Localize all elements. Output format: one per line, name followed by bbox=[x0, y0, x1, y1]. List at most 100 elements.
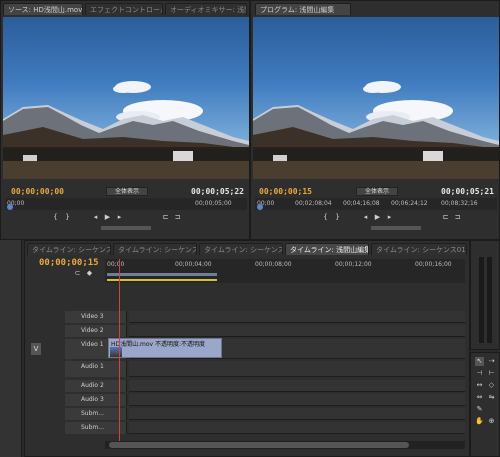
track-name: Audio 2 bbox=[81, 382, 104, 389]
audio-meters-panel bbox=[470, 240, 500, 350]
extract-icon[interactable]: ⊐ bbox=[453, 213, 462, 222]
premiere-window: ソース: HD浅間山.mov エフェクトコントロール オーディオミキサー: 浅間… bbox=[0, 0, 500, 457]
program-transport-controls: { } ◂ ▶ ▸ ⊏ ⊐ bbox=[291, 213, 491, 237]
track-name: Subm... bbox=[81, 410, 104, 417]
track-header-submix-2[interactable]: Subm... bbox=[65, 422, 127, 434]
timeline-tab[interactable]: タイムライン: シーケンス01 bbox=[113, 243, 197, 255]
timeline-tab[interactable]: タイムライン: シーケンス01 bbox=[371, 243, 467, 255]
source-panel: ソース: HD浅間山.mov エフェクトコントロール オーディオミキサー: 浅間… bbox=[0, 0, 250, 240]
tab-program[interactable]: プログラム: 浅間山編集 bbox=[255, 3, 351, 15]
track-name: Video 2 bbox=[81, 327, 104, 334]
razor-tool-icon[interactable]: ◇ bbox=[487, 381, 496, 390]
track-header-video-2[interactable]: Video 2 bbox=[65, 325, 127, 337]
clip-label: HD浅間山.mov 不透明度:不透明度 bbox=[111, 341, 206, 348]
track-area-submix-2[interactable] bbox=[129, 422, 465, 434]
program-ruler-label: 00;02;08;04 bbox=[295, 200, 332, 207]
timeline-ruler-label: 00;00;16;00 bbox=[415, 261, 452, 268]
snap-icon[interactable]: ⊂ bbox=[73, 269, 82, 278]
tab-source[interactable]: ソース: HD浅間山.mov bbox=[3, 3, 83, 15]
tab-audio-mixer[interactable]: オーディオミキサー: 浅間山 bbox=[165, 3, 247, 15]
source-current-timecode[interactable]: 00;00;00;00 bbox=[11, 187, 64, 196]
video-target-label[interactable]: V bbox=[31, 343, 41, 355]
program-current-timecode[interactable]: 00;00;00;15 bbox=[259, 187, 312, 196]
track-name: Video 3 bbox=[81, 313, 104, 320]
track-area-video-2[interactable] bbox=[129, 325, 465, 337]
program-ruler-label: 00;04;16;08 bbox=[343, 200, 380, 207]
mountain-image bbox=[3, 81, 249, 179]
track-header-video-3[interactable]: Video 3 bbox=[65, 311, 127, 323]
timeline-panel: タイムライン: シーケンス01 タイムライン: シーケンス01 タイムライン: … bbox=[24, 240, 470, 457]
source-zoom-dropdown[interactable]: 全体表示 bbox=[106, 187, 148, 196]
track-area-video-3[interactable] bbox=[129, 311, 465, 323]
clip-video[interactable]: HD浅間山.mov 不透明度:不透明度 bbox=[108, 338, 222, 358]
hand-tool-icon[interactable]: ✋ bbox=[475, 417, 484, 426]
track-name: Video 1 bbox=[81, 341, 104, 348]
lift-icon[interactable]: ⊏ bbox=[441, 213, 450, 222]
marker-icon[interactable]: ◆ bbox=[85, 269, 94, 278]
play-icon[interactable]: ▶ bbox=[103, 213, 112, 222]
rolling-edit-tool-icon[interactable]: ⊢ bbox=[487, 369, 496, 378]
track-header-audio-2[interactable]: Audio 2 bbox=[65, 380, 127, 392]
mark-in-icon[interactable]: { bbox=[51, 213, 60, 222]
program-ruler[interactable]: 00;00 00;02;08;04 00;04;16;08 00;06;24;1… bbox=[255, 198, 497, 210]
work-area-bar[interactable] bbox=[107, 273, 217, 276]
program-ruler-label: 00;06;24;12 bbox=[391, 200, 428, 207]
render-bar bbox=[107, 279, 217, 281]
slide-tool-icon[interactable]: ⇋ bbox=[487, 393, 496, 402]
timeline-tab-active[interactable]: タイムライン: 浅間山編集 bbox=[285, 243, 369, 255]
track-name: Audio 1 bbox=[81, 363, 104, 370]
step-forward-icon[interactable]: ▸ bbox=[385, 213, 394, 222]
source-video-frame bbox=[3, 17, 249, 179]
ripple-edit-tool-icon[interactable]: ⊣ bbox=[475, 369, 484, 378]
track-header-audio-3[interactable]: Audio 3 bbox=[65, 394, 127, 406]
timeline-current-timecode[interactable]: 00;00;00;15 bbox=[39, 258, 99, 268]
source-ruler-end: 00;00;05;00 bbox=[195, 200, 232, 207]
meter-left bbox=[479, 257, 484, 343]
mark-in-icon[interactable]: { bbox=[321, 213, 330, 222]
timeline-playhead[interactable] bbox=[119, 259, 120, 449]
track-area-audio-3[interactable] bbox=[129, 394, 465, 406]
tab-effect-controls[interactable]: エフェクトコントロール bbox=[85, 3, 163, 15]
project-panel-strip bbox=[0, 240, 22, 457]
track-area-audio-1[interactable] bbox=[129, 361, 465, 377]
track-area-submix-1[interactable] bbox=[129, 408, 465, 420]
insert-icon[interactable]: ⊏ bbox=[161, 213, 170, 222]
meter-right bbox=[487, 257, 492, 343]
program-video-frame bbox=[253, 17, 499, 179]
clip-thumbnail bbox=[110, 347, 122, 357]
mark-out-icon[interactable]: } bbox=[63, 213, 72, 222]
pen-tool-icon[interactable]: ✎ bbox=[475, 405, 484, 414]
track-header-audio-1[interactable]: Audio 1 bbox=[65, 361, 127, 377]
tools-panel: ↖ ⇢ ⊣ ⊢ ↔ ◇ ⇔ ⇋ ✎ ✋ ⊕ bbox=[470, 352, 500, 457]
track-header-submix-1[interactable]: Subm... bbox=[65, 408, 127, 420]
program-duration-timecode: 00;00;05;21 bbox=[441, 187, 494, 196]
mark-out-icon[interactable]: } bbox=[333, 213, 342, 222]
program-panel: プログラム: 浅間山編集 00;00;00;15 全体表示 00;00;05;2… bbox=[250, 0, 500, 240]
program-jog-slider[interactable] bbox=[371, 226, 421, 230]
track-name: Audio 3 bbox=[81, 396, 104, 403]
zoom-tool-icon[interactable]: ⊕ bbox=[487, 417, 496, 426]
track-area-audio-2[interactable] bbox=[129, 380, 465, 392]
timeline-ruler-label: 00;00;12;00 bbox=[335, 261, 372, 268]
play-icon[interactable]: ▶ bbox=[373, 213, 382, 222]
program-zoom-dropdown[interactable]: 全体表示 bbox=[356, 187, 398, 196]
slip-tool-icon[interactable]: ⇔ bbox=[475, 393, 484, 402]
timeline-horizontal-scrollbar[interactable] bbox=[105, 441, 465, 449]
timeline-ruler-label: 00;00;08;00 bbox=[255, 261, 292, 268]
timeline-ruler[interactable]: 00;00 00;00;04;00 00;00;08;00 00;00;12;0… bbox=[105, 259, 465, 283]
rate-stretch-tool-icon[interactable]: ↔ bbox=[475, 381, 484, 390]
step-forward-icon[interactable]: ▸ bbox=[115, 213, 124, 222]
track-select-tool-icon[interactable]: ⇢ bbox=[487, 357, 496, 366]
timeline-tab[interactable]: タイムライン: シーケンス01 bbox=[27, 243, 111, 255]
program-playhead-marker[interactable] bbox=[257, 204, 263, 210]
step-back-icon[interactable]: ◂ bbox=[91, 213, 100, 222]
overlay-icon[interactable]: ⊐ bbox=[173, 213, 182, 222]
timeline-ruler-label: 00;00;04;00 bbox=[175, 261, 212, 268]
source-playhead-marker[interactable] bbox=[7, 204, 13, 210]
selection-tool-icon[interactable]: ↖ bbox=[475, 357, 484, 366]
source-jog-slider[interactable] bbox=[101, 226, 151, 230]
timeline-tab[interactable]: タイムライン: シーケンス01 bbox=[199, 243, 283, 255]
step-back-icon[interactable]: ◂ bbox=[361, 213, 370, 222]
source-ruler[interactable]: 00;00 00;00;05;00 bbox=[5, 198, 247, 210]
source-transport-controls: { } ◂ ▶ ▸ ⊏ ⊐ bbox=[31, 213, 221, 237]
